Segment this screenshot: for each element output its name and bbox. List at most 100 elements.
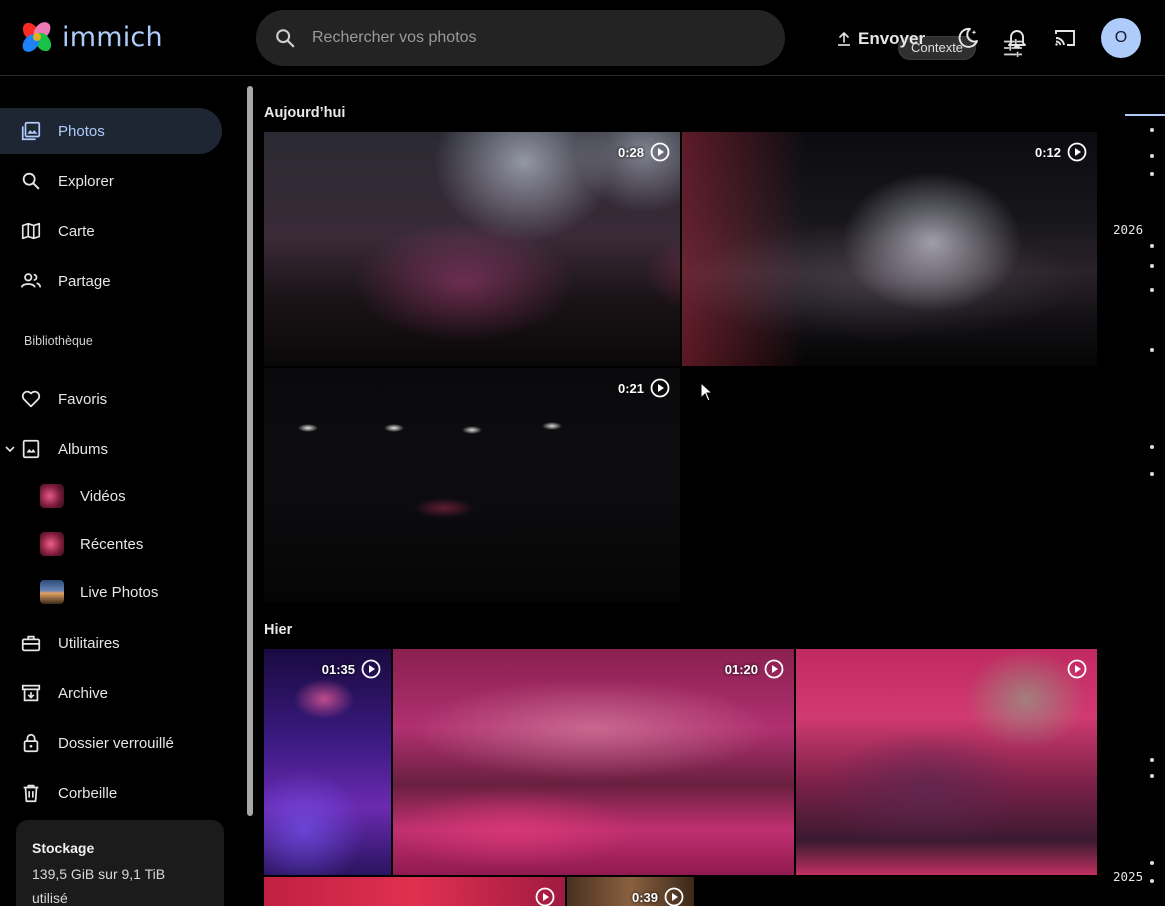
play-icon — [535, 887, 555, 906]
video-duration: 01:35 — [321, 661, 355, 677]
sidebar-item-partage[interactable]: Partage — [0, 258, 222, 304]
mouse-cursor-icon — [700, 382, 714, 402]
library-section-label: Bibliothèque — [24, 334, 93, 348]
sidebar-item-explorer[interactable]: Explorer — [0, 158, 222, 204]
sidebar-item-label: Dossier verrouillé — [58, 734, 174, 752]
storage-usage: 139,5 GiB sur 9,1 TiB — [32, 866, 166, 882]
cast-icon[interactable] — [1053, 26, 1077, 50]
app-logo[interactable]: immich — [20, 20, 163, 54]
play-icon — [1067, 659, 1087, 679]
toolbox-icon — [21, 635, 41, 652]
sidebar-item-archive[interactable]: Archive — [0, 670, 222, 716]
timeline-scrubber[interactable]: 2026 2025 — [1110, 76, 1165, 906]
video-duration-badge: 01:20 — [725, 659, 784, 679]
video-duration-badge: 01:35 — [322, 659, 381, 679]
heart-icon — [21, 390, 41, 408]
upload-label: Envoyer — [858, 29, 926, 48]
sidebar-item-label: Albums — [58, 440, 109, 458]
immich-logo-icon — [22, 22, 52, 52]
timeline-dot — [1150, 172, 1154, 176]
sidebar-item-label: Archive — [58, 684, 109, 702]
play-icon — [650, 142, 670, 162]
timeline-dot — [1150, 879, 1154, 883]
timeline-dot — [1150, 128, 1154, 132]
scrubber-position-marker — [1125, 114, 1165, 116]
lock-icon — [23, 733, 39, 753]
chevron-down-icon[interactable] — [4, 443, 16, 455]
timeline-year: 2025 — [1113, 869, 1144, 884]
date-group-title: Aujourd’hui — [264, 105, 346, 121]
search-icon — [22, 172, 40, 190]
video-duration: 0:39 — [631, 889, 658, 905]
sidebar-item-utilitaires[interactable]: Utilitaires — [0, 620, 222, 666]
play-icon — [650, 378, 670, 398]
play-icon — [361, 659, 381, 679]
user-avatar[interactable]: O — [1101, 18, 1141, 58]
sidebar-item-albums[interactable]: Albums — [0, 426, 222, 472]
search-bar[interactable]: Contexte — [256, 10, 1023, 66]
album-icon — [22, 439, 40, 459]
map-icon — [21, 222, 41, 240]
video-thumbnail[interactable]: 0:28 — [264, 132, 680, 366]
timeline-dot — [1150, 348, 1154, 352]
storage-title: Stockage — [32, 840, 95, 856]
timeline-dot — [1150, 445, 1154, 449]
scrollbar-thumb[interactable] — [247, 86, 253, 816]
timeline-dot — [1150, 758, 1154, 762]
album-thumbnail — [40, 580, 64, 604]
album-item-videos[interactable]: Vidéos — [0, 476, 222, 516]
video-duration: 0:28 — [617, 144, 644, 160]
album-label: Récentes — [80, 536, 144, 553]
timeline-dot — [1150, 472, 1154, 476]
sidebar-item-label: Photos — [58, 122, 105, 140]
notifications-icon[interactable] — [1005, 26, 1029, 50]
sidebar-item-label: Utilitaires — [58, 634, 120, 652]
sidebar-item-locked-folder[interactable]: Dossier verrouillé — [0, 720, 222, 766]
video-thumbnail[interactable] — [796, 649, 1097, 875]
album-thumbnail — [40, 532, 64, 556]
sidebar-item-photos[interactable]: Photos — [0, 108, 222, 154]
video-duration-badge: 0:21 — [618, 378, 670, 398]
play-icon — [1067, 142, 1087, 162]
sidebar-item-label: Explorer — [58, 172, 114, 190]
sidebar-item-corbeille[interactable]: Corbeille — [0, 770, 222, 816]
sidebar-item-label: Corbeille — [58, 784, 118, 802]
album-label: Vidéos — [80, 488, 126, 505]
album-item-live-photos[interactable]: Live Photos — [0, 572, 222, 612]
video-duration-badge — [1067, 659, 1087, 679]
album-thumbnail — [40, 484, 64, 508]
timeline-dot — [1150, 774, 1154, 778]
album-item-recentes[interactable]: Récentes — [0, 524, 222, 564]
play-icon — [664, 887, 684, 906]
upload-button[interactable]: Envoyer — [836, 27, 925, 51]
app-name: immich — [62, 21, 163, 53]
video-duration-badge: 0:28 — [618, 142, 670, 162]
timeline-dot — [1150, 288, 1154, 292]
video-duration-badge: 0:39 — [632, 887, 684, 906]
timeline-dot — [1150, 244, 1154, 248]
search-input[interactable] — [312, 26, 632, 50]
people-icon — [20, 273, 42, 288]
sidebar-item-favoris[interactable]: Favoris — [0, 376, 222, 422]
sidebar-item-carte[interactable]: Carte — [0, 208, 222, 254]
album-label: Live Photos — [80, 584, 159, 601]
storage-card: Stockage 139,5 GiB sur 9,1 TiB utilisé — [16, 820, 224, 906]
timeline-year: 2026 — [1113, 222, 1144, 237]
video-duration-badge — [535, 887, 555, 906]
photos-icon — [21, 121, 41, 141]
video-thumbnail[interactable] — [264, 877, 565, 906]
theme-toggle-icon[interactable] — [956, 26, 980, 50]
timeline-dot — [1150, 154, 1154, 158]
video-thumbnail[interactable]: 0:21 — [264, 368, 680, 602]
storage-usage-suffix: utilisé — [32, 890, 68, 906]
sidebar-item-label: Partage — [58, 272, 111, 290]
video-thumbnail[interactable]: 0:12 — [682, 132, 1097, 366]
video-duration-badge: 0:12 — [1035, 142, 1087, 162]
sidebar-item-label: Favoris — [58, 390, 108, 408]
video-thumbnail[interactable]: 0:39 — [567, 877, 694, 906]
top-bar: immich Contexte Envoyer — [0, 0, 1165, 76]
sidebar-scrollbar[interactable] — [246, 76, 254, 906]
video-thumbnail[interactable]: 01:35 — [264, 649, 391, 875]
video-thumbnail[interactable]: 01:20 — [393, 649, 794, 875]
video-duration: 0:12 — [1034, 144, 1061, 160]
